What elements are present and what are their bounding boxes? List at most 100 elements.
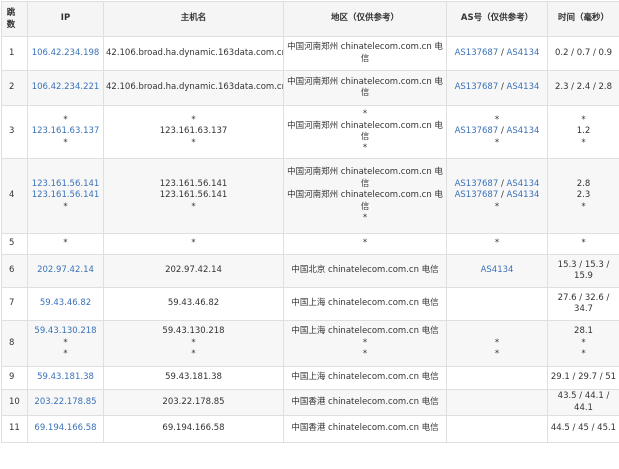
region-text: 中国上海 chinatelecom.com.cn 电信 xyxy=(286,326,444,337)
ip-link[interactable]: 106.42.234.198 xyxy=(30,48,101,59)
hostname-text: 59.43.130.218 xyxy=(106,326,281,337)
header-region: 地区（仅供参考） xyxy=(284,2,447,37)
ip-link[interactable]: 123.161.56.141 xyxy=(30,179,101,190)
ip-cell: 123.161.56.141123.161.56.141* xyxy=(28,159,104,234)
ip-cell: 59.43.130.218** xyxy=(28,321,104,367)
asn-line: AS4134 xyxy=(449,265,545,276)
ip-link[interactable]: 69.194.166.58 xyxy=(30,423,101,434)
table-row: 4123.161.56.141123.161.56.141*123.161.56… xyxy=(2,159,619,234)
region-text: 中国河南郑州 chinatelecom.com.cn 电 xyxy=(286,190,444,201)
time-text: 1.2 xyxy=(550,126,617,137)
ip-link[interactable]: 59.43.130.218 xyxy=(30,326,101,337)
host-cell: 59.43.130.218** xyxy=(104,321,284,367)
region-text: * xyxy=(286,238,444,249)
region-text: 信 xyxy=(286,202,444,213)
time-text: * xyxy=(550,338,617,349)
asn-link[interactable]: AS4134 xyxy=(507,179,540,189)
asn-cell xyxy=(447,288,548,321)
region-text: 信 xyxy=(286,54,444,65)
table-row: 3*123.161.63.137**123.161.63.137**中国河南郑州… xyxy=(2,106,619,159)
time-text: 2.8 xyxy=(550,179,617,190)
asn-cell: * xyxy=(447,234,548,255)
hostname-text: 42.106.broad.ha.dynamic.163data.com.cn xyxy=(106,48,281,59)
time-cell: 44.5 / 45 / 45.1 xyxy=(548,416,619,443)
ip-link[interactable]: 106.42.234.221 xyxy=(30,82,101,93)
asn-cell xyxy=(447,367,548,390)
region-cell: * xyxy=(284,234,447,255)
hostname-text: * xyxy=(106,115,281,126)
asn-line: AS137687 / AS4134 xyxy=(449,126,545,137)
asn-link[interactable]: AS137687 xyxy=(455,126,499,136)
time-cell: 28.1** xyxy=(548,321,619,367)
table-row: 759.43.46.8259.43.46.82中国上海 chinatelecom… xyxy=(2,288,619,321)
hostname-text: 123.161.63.137 xyxy=(106,126,281,137)
header-hop: 跳数 xyxy=(2,2,28,37)
hostname-text: 42.106.broad.ha.dynamic.163data.com.cn xyxy=(106,82,281,93)
table-row: 2106.42.234.22142.106.broad.ha.dynamic.1… xyxy=(2,71,619,106)
ip-cell: 106.42.234.221 xyxy=(28,71,104,106)
ip-link[interactable]: 202.97.42.14 xyxy=(30,265,101,276)
traceroute-table: 跳数 IP 主机名 地区（仅供参考） AS号（仅供参考） 时间（毫秒） 1106… xyxy=(1,1,619,443)
asn-separator: / xyxy=(498,126,506,136)
region-text: 中国香港 chinatelecom.com.cn 电信 xyxy=(286,423,444,434)
hostname-text: 59.43.181.38 xyxy=(106,372,281,383)
ip-link[interactable]: 203.22.178.85 xyxy=(30,397,101,408)
asn-cell: AS137687 / AS4134 xyxy=(447,37,548,71)
header-host: 主机名 xyxy=(104,2,284,37)
ip-timeout: * xyxy=(30,338,101,349)
asn-link[interactable]: AS137687 xyxy=(455,179,499,189)
ip-link[interactable]: 123.161.56.141 xyxy=(30,190,101,201)
asn-cell: AS4134 xyxy=(447,255,548,288)
asn-line: AS137687 / AS4134 xyxy=(449,179,545,190)
asn-link[interactable]: AS4134 xyxy=(507,190,540,200)
table-header-row: 跳数 IP 主机名 地区（仅供参考） AS号（仅供参考） 时间（毫秒） xyxy=(2,2,619,37)
asn-link[interactable]: AS137687 xyxy=(455,48,499,58)
asn-separator: / xyxy=(498,190,506,200)
region-text: 中国香港 chinatelecom.com.cn 电信 xyxy=(286,397,444,408)
time-text: * xyxy=(550,349,617,360)
region-cell: 中国河南郑州 chinatelecom.com.cn 电信中国河南郑州 chin… xyxy=(284,159,447,234)
time-cell: 0.2 / 0.7 / 0.9 xyxy=(548,37,619,71)
time-cell: 2.3 / 2.4 / 2.8 xyxy=(548,71,619,106)
table-row: 10203.22.178.85203.22.178.85中国香港 chinate… xyxy=(2,390,619,416)
asn-cell xyxy=(447,390,548,416)
hostname-text: 123.161.56.141 xyxy=(106,179,281,190)
time-text: * xyxy=(550,138,617,149)
hostname-text: 59.43.46.82 xyxy=(106,298,281,309)
ip-timeout: * xyxy=(30,238,101,249)
time-text: 2.3 xyxy=(550,190,617,201)
region-text: 中国北京 chinatelecom.com.cn 电信 xyxy=(286,265,444,276)
asn-separator: / xyxy=(498,82,506,92)
ip-link[interactable]: 123.161.63.137 xyxy=(30,126,101,137)
asn-link[interactable]: AS4134 xyxy=(481,265,514,275)
asn-line: * xyxy=(449,238,545,249)
asn-link[interactable]: AS4134 xyxy=(507,48,540,58)
ip-timeout: * xyxy=(30,115,101,126)
header-time: 时间（毫秒） xyxy=(548,2,619,37)
asn-cell: *AS137687 / AS4134* xyxy=(447,106,548,159)
ip-cell: * xyxy=(28,234,104,255)
region-text: * xyxy=(286,213,444,224)
asn-link[interactable]: AS4134 xyxy=(507,126,540,136)
ip-link[interactable]: 59.43.181.38 xyxy=(30,372,101,383)
hop-cell: 5 xyxy=(2,234,28,255)
table-row: 859.43.130.218**59.43.130.218**中国上海 chin… xyxy=(2,321,619,367)
host-cell: *123.161.63.137* xyxy=(104,106,284,159)
ip-link[interactable]: 59.43.46.82 xyxy=(30,298,101,309)
host-cell: 202.97.42.14 xyxy=(104,255,284,288)
region-text: * xyxy=(286,109,444,120)
region-cell: 中国上海 chinatelecom.com.cn 电信 xyxy=(284,288,447,321)
hostname-text: 202.97.42.14 xyxy=(106,265,281,276)
hostname-text: 69.194.166.58 xyxy=(106,423,281,434)
asn-line: * xyxy=(449,202,545,213)
asn-link[interactable]: AS137687 xyxy=(455,82,499,92)
asn-cell: AS137687 / AS4134AS137687 / AS4134 * xyxy=(447,159,548,234)
asn-line: AS137687 / AS4134 xyxy=(449,48,545,59)
host-cell: 59.43.181.38 xyxy=(104,367,284,390)
region-cell: 中国香港 chinatelecom.com.cn 电信 xyxy=(284,390,447,416)
region-text: 中国河南郑州 chinatelecom.com.cn 电 xyxy=(286,121,444,132)
asn-link[interactable]: AS4134 xyxy=(507,82,540,92)
asn-link[interactable]: AS137687 xyxy=(455,190,499,200)
hop-cell: 8 xyxy=(2,321,28,367)
host-cell: 42.106.broad.ha.dynamic.163data.com.cn xyxy=(104,37,284,71)
